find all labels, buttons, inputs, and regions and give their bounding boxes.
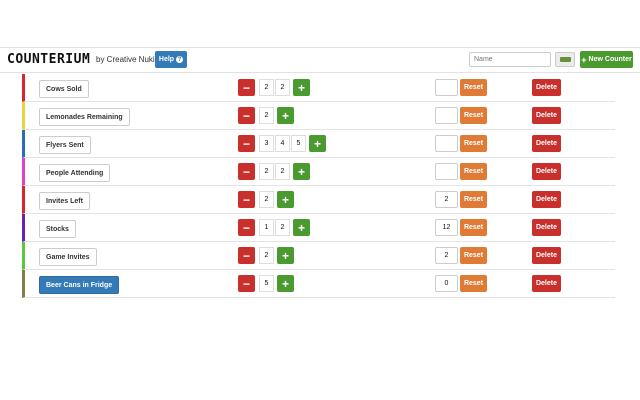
- counter-digit: 5: [291, 135, 306, 152]
- reset-button[interactable]: Reset: [460, 191, 487, 208]
- counter-row: Lemonades Remaining −2 + Reset Delete: [22, 102, 615, 130]
- reset-value-input[interactable]: 0: [435, 275, 458, 292]
- reset-button[interactable]: Reset: [460, 247, 487, 264]
- counter-digit: 2: [275, 79, 290, 96]
- counter-label-button[interactable]: Stocks: [39, 220, 76, 238]
- delete-button[interactable]: Delete: [532, 107, 561, 124]
- counter-label-button[interactable]: Invites Left: [39, 192, 90, 210]
- counter-label-button[interactable]: Beer Cans in Fridge: [39, 276, 120, 294]
- counter-label-button[interactable]: Lemonades Remaining: [39, 108, 130, 126]
- counter-row: Invites Left −2 +2 Reset Delete: [22, 186, 615, 214]
- counter-digit: 2: [259, 191, 274, 208]
- counter-digit: 2: [275, 163, 290, 180]
- keyboard-button[interactable]: [555, 52, 575, 67]
- increment-button[interactable]: +: [309, 135, 326, 152]
- reset-value-input[interactable]: 12: [435, 219, 458, 236]
- help-button-label: Help: [158, 56, 175, 63]
- counter-row: People Attending −2 2 + Reset Delete: [22, 158, 615, 186]
- question-icon: ?: [176, 56, 184, 63]
- reset-button[interactable]: Reset: [460, 79, 487, 96]
- top-toolbar: COUNTERIUM by Creative Nukin Help ? + Ne…: [0, 47, 640, 73]
- counter-digit: 2: [259, 107, 274, 124]
- decrement-button[interactable]: −: [238, 247, 255, 264]
- plus-icon: +: [581, 54, 587, 65]
- reset-value-input[interactable]: 2: [435, 247, 458, 264]
- decrement-button[interactable]: −: [238, 135, 255, 152]
- decrement-button[interactable]: −: [238, 163, 255, 180]
- counter-digits: 2 2 +: [259, 79, 310, 96]
- counter-label-button[interactable]: People Attending: [39, 164, 111, 182]
- keyboard-icon: [559, 57, 571, 62]
- increment-button[interactable]: +: [293, 163, 310, 180]
- counter-digit: 3: [259, 135, 274, 152]
- counter-row: Beer Cans in Fridge −5 +0 Reset Delete: [22, 270, 615, 298]
- byline: by Creative Nukin: [96, 55, 160, 64]
- counter-row: Stocks −1 2 +12 Reset Delete: [22, 214, 615, 242]
- decrement-button[interactable]: −: [238, 79, 255, 96]
- app-logo: COUNTERIUM: [7, 52, 91, 67]
- delete-button[interactable]: Delete: [532, 135, 561, 152]
- delete-button[interactable]: Delete: [532, 219, 561, 236]
- new-counter-button[interactable]: + New Counter: [580, 51, 633, 68]
- increment-button[interactable]: +: [293, 79, 310, 96]
- increment-button[interactable]: +: [277, 275, 294, 292]
- counter-digit: 2: [275, 219, 290, 236]
- counter-label-button[interactable]: Cows Sold: [39, 80, 89, 98]
- counter-digits: 3 4 5 +: [259, 135, 326, 152]
- increment-button[interactable]: +: [277, 191, 294, 208]
- reset-button[interactable]: Reset: [460, 219, 487, 236]
- counter-digit: 2: [259, 163, 274, 180]
- counter-digits: 5 +: [259, 275, 294, 292]
- counter-digit: 4: [275, 135, 290, 152]
- reset-value-input[interactable]: [435, 79, 458, 96]
- counter-label-button[interactable]: Flyers Sent: [39, 136, 91, 154]
- reset-value-input[interactable]: [435, 107, 458, 124]
- counter-list: Cows Sold −2 2 + Reset Delete Lemonades Remain…: [22, 74, 615, 298]
- increment-button[interactable]: +: [293, 219, 310, 236]
- increment-button[interactable]: +: [277, 107, 294, 124]
- delete-button[interactable]: Delete: [532, 79, 561, 96]
- counter-digit: 2: [259, 79, 274, 96]
- reset-button[interactable]: Reset: [460, 163, 487, 180]
- help-button[interactable]: Help ?: [155, 51, 187, 68]
- increment-button[interactable]: +: [277, 247, 294, 264]
- counter-digits: 2 +: [259, 191, 294, 208]
- counter-digit: 1: [259, 219, 274, 236]
- delete-button[interactable]: Delete: [532, 191, 561, 208]
- reset-button[interactable]: Reset: [460, 107, 487, 124]
- counter-row: Game Invites −2 +2 Reset Delete: [22, 242, 615, 270]
- counter-label-button[interactable]: Game Invites: [39, 248, 97, 266]
- name-input[interactable]: [469, 52, 551, 67]
- reset-value-input[interactable]: [435, 163, 458, 180]
- delete-button[interactable]: Delete: [532, 275, 561, 292]
- reset-button[interactable]: Reset: [460, 275, 487, 292]
- decrement-button[interactable]: −: [238, 275, 255, 292]
- reset-value-input[interactable]: [435, 135, 458, 152]
- decrement-button[interactable]: −: [238, 191, 255, 208]
- counter-digits: 2 +: [259, 247, 294, 264]
- delete-button[interactable]: Delete: [532, 247, 561, 264]
- reset-value-input[interactable]: 2: [435, 191, 458, 208]
- reset-button[interactable]: Reset: [460, 135, 487, 152]
- counter-digit: 2: [259, 247, 274, 264]
- counter-digits: 2 2 +: [259, 163, 310, 180]
- decrement-button[interactable]: −: [238, 107, 255, 124]
- counter-digits: 2 +: [259, 107, 294, 124]
- counter-row: Flyers Sent −3 4 5 + Reset Delete: [22, 130, 615, 158]
- counter-digits: 1 2 +: [259, 219, 310, 236]
- new-counter-label: New Counter: [588, 56, 632, 63]
- decrement-button[interactable]: −: [238, 219, 255, 236]
- counter-row: Cows Sold −2 2 + Reset Delete: [22, 74, 615, 102]
- counter-digit: 5: [259, 275, 274, 292]
- delete-button[interactable]: Delete: [532, 163, 561, 180]
